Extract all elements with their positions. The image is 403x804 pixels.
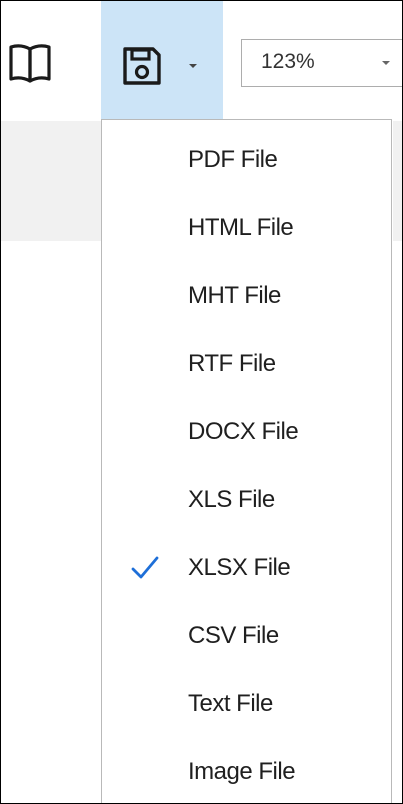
menu-item-docx[interactable]: DOCX File [102,398,391,466]
save-as-button[interactable] [101,1,223,121]
menu-item-xlsx[interactable]: XLSX File [102,534,391,602]
menu-item-pdf[interactable]: PDF File [102,126,391,194]
chevron-down-icon[interactable] [187,61,199,71]
floppy-disk-icon [123,47,161,85]
window-frame: 123% PDF File HTML File MHT File RTF Fil… [0,0,403,804]
zoom-select[interactable]: 123% [241,39,402,87]
toolbar: 123% [1,1,402,121]
menu-item-label: XLS File [188,486,275,513]
background-panel-right [393,121,402,241]
menu-item-label: Text File [188,690,273,717]
menu-item-label: RTF File [188,350,276,377]
menu-item-html[interactable]: HTML File [102,194,391,262]
menu-item-label: PDF File [188,146,278,173]
menu-item-image[interactable]: Image File [102,738,391,803]
menu-item-label: MHT File [188,282,281,309]
chevron-down-icon[interactable] [380,58,392,68]
background-panel-left [1,121,101,241]
book-view-button[interactable] [7,39,53,89]
menu-item-xls[interactable]: XLS File [102,466,391,534]
checkmark-icon [131,556,159,579]
menu-item-label: XLSX File [188,554,291,581]
menu-item-rtf[interactable]: RTF File [102,330,391,398]
menu-item-label: Image File [188,758,296,785]
menu-item-mht[interactable]: MHT File [102,262,391,330]
menu-item-label: CSV File [188,622,279,649]
menu-item-csv[interactable]: CSV File [102,602,391,670]
book-open-icon [9,44,51,83]
save-format-menu: PDF File HTML File MHT File RTF File DOC… [101,119,392,803]
menu-item-label: HTML File [188,214,294,241]
menu-item-text[interactable]: Text File [102,670,391,738]
zoom-value: 123% [261,50,315,73]
menu-item-label: DOCX File [188,418,299,445]
